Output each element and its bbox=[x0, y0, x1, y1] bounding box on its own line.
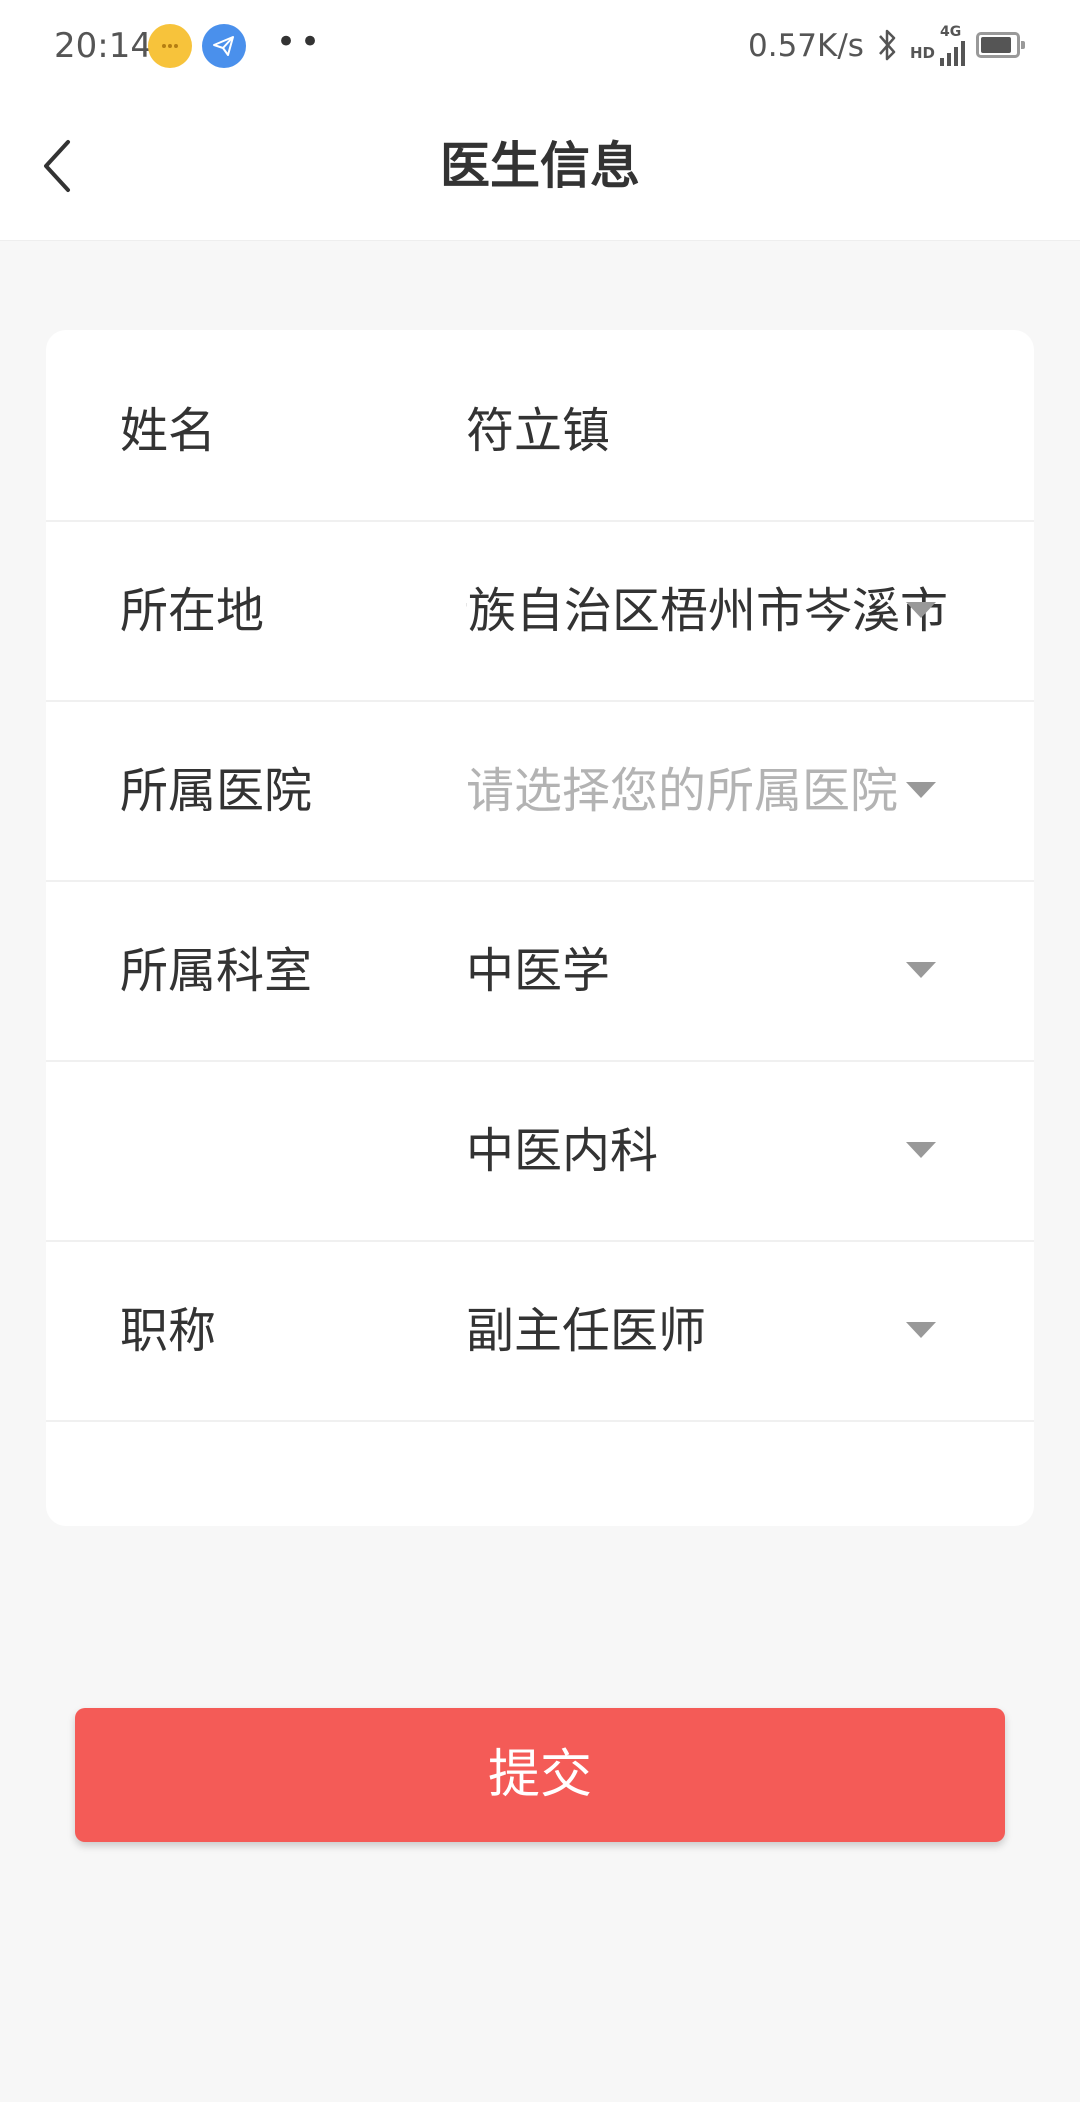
hospital-row[interactable]: 所属医院 请选择您的所属医院 bbox=[46, 702, 1034, 882]
status-time: 20:14 bbox=[54, 26, 152, 66]
chat-bubble-icon bbox=[148, 24, 192, 68]
dropdown-arrow-icon[interactable] bbox=[906, 1142, 936, 1158]
sub-department-select[interactable]: 中医内科 bbox=[466, 1062, 926, 1240]
status-bar: 20:14 •• 0.57K/s HD 4G bbox=[0, 0, 1080, 92]
app-header: 医生信息 bbox=[0, 92, 1080, 241]
name-row[interactable]: 姓名 符立镇 bbox=[46, 342, 1034, 522]
location-select[interactable]: 广西壮族自治区梧州市岑溪市 bbox=[466, 522, 948, 700]
department-row[interactable]: 所属科室 中医学 bbox=[46, 882, 1034, 1062]
more-notifications-icon: •• bbox=[276, 22, 325, 62]
sub-department-row[interactable]: 中医内科 bbox=[46, 1062, 1034, 1242]
chevron-left-icon bbox=[44, 140, 70, 192]
name-label: 姓名 bbox=[120, 403, 217, 459]
back-button[interactable] bbox=[30, 128, 90, 204]
dropdown-arrow-icon[interactable] bbox=[906, 602, 936, 618]
bluetooth-icon bbox=[876, 26, 900, 68]
hospital-label: 所属医院 bbox=[120, 763, 313, 819]
dropdown-arrow-icon[interactable] bbox=[906, 962, 936, 978]
department-select[interactable]: 中医学 bbox=[466, 882, 926, 1060]
department-label: 所属科室 bbox=[120, 943, 313, 999]
title-row[interactable]: 职称 副主任医师 bbox=[46, 1242, 1034, 1422]
submit-button[interactable]: 提交 bbox=[75, 1708, 1005, 1842]
doctor-info-card: 姓名 符立镇 所在地 广西壮族自治区梧州市岑溪市 所属医院 请选择您的所属医院 … bbox=[46, 330, 1034, 1526]
dropdown-arrow-icon[interactable] bbox=[906, 782, 936, 798]
location-row[interactable]: 所在地 广西壮族自治区梧州市岑溪市 bbox=[46, 522, 1034, 702]
battery-icon bbox=[976, 32, 1025, 58]
telegram-icon bbox=[202, 24, 246, 68]
page-title: 医生信息 bbox=[440, 137, 640, 195]
name-field[interactable]: 符立镇 bbox=[466, 342, 966, 520]
title-select[interactable]: 副主任医师 bbox=[466, 1242, 926, 1420]
location-label: 所在地 bbox=[120, 583, 265, 639]
title-label: 职称 bbox=[120, 1303, 217, 1359]
hospital-select[interactable]: 请选择您的所属医院 bbox=[466, 702, 948, 880]
dropdown-arrow-icon[interactable] bbox=[906, 1322, 936, 1338]
signal-icon: HD 4G bbox=[910, 24, 970, 68]
network-speed: 0.57K/s bbox=[748, 28, 864, 64]
